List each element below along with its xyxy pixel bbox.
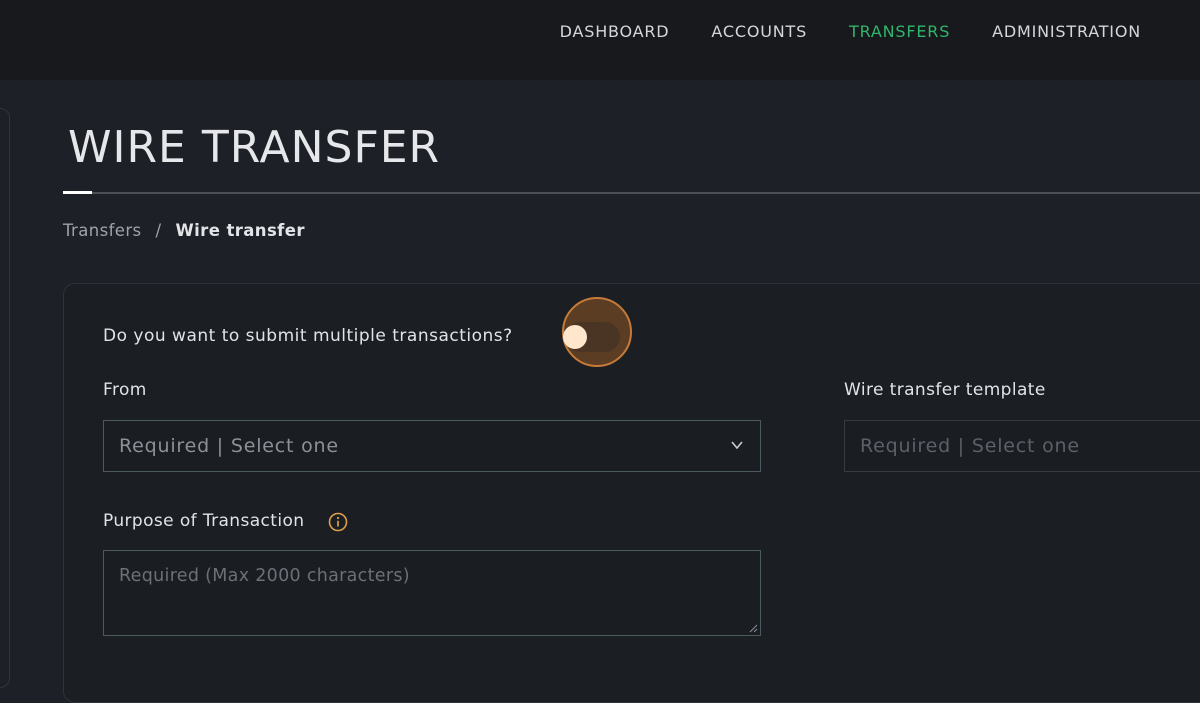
breadcrumb: Transfers / Wire transfer bbox=[63, 221, 305, 240]
multiple-transactions-label: Do you want to submit multiple transacti… bbox=[103, 326, 513, 346]
toggle-knob[interactable] bbox=[563, 325, 587, 349]
nav-transfers[interactable]: TRANSFERS bbox=[828, 21, 971, 43]
purpose-label: Purpose of Transaction bbox=[103, 511, 305, 531]
from-select[interactable]: Required | Select one bbox=[103, 420, 761, 472]
breadcrumb-separator: / bbox=[155, 221, 162, 240]
template-label: Wire transfer template bbox=[844, 380, 1046, 400]
nav-administration[interactable]: ADMINISTRATION bbox=[971, 21, 1162, 43]
side-panel-edge bbox=[0, 108, 10, 688]
from-select-placeholder: Required | Select one bbox=[119, 435, 339, 457]
title-divider-accent bbox=[63, 191, 92, 194]
top-navigation-bar: DASHBOARD ACCOUNTS TRANSFERS ADMINISTRAT… bbox=[0, 0, 1200, 80]
page-title: WIRE TRANSFER bbox=[68, 122, 441, 173]
wire-transfer-form-card bbox=[63, 283, 1200, 703]
purpose-placeholder: Required (Max 2000 characters) bbox=[119, 566, 410, 586]
chevron-down-icon bbox=[731, 441, 743, 450]
info-icon[interactable] bbox=[328, 512, 348, 532]
resize-handle-icon[interactable] bbox=[749, 624, 758, 633]
template-select-placeholder: Required | Select one bbox=[860, 435, 1080, 457]
purpose-textarea[interactable]: Required (Max 2000 characters) bbox=[103, 550, 761, 636]
main-nav: DASHBOARD ACCOUNTS TRANSFERS ADMINISTRAT… bbox=[539, 21, 1162, 43]
nav-accounts[interactable]: ACCOUNTS bbox=[690, 21, 828, 43]
title-divider bbox=[63, 192, 1200, 194]
breadcrumb-transfers-link[interactable]: Transfers bbox=[63, 221, 142, 240]
nav-dashboard[interactable]: DASHBOARD bbox=[539, 21, 691, 43]
breadcrumb-current: Wire transfer bbox=[175, 221, 305, 240]
template-select[interactable]: Required | Select one bbox=[844, 420, 1200, 472]
from-label: From bbox=[103, 380, 147, 400]
